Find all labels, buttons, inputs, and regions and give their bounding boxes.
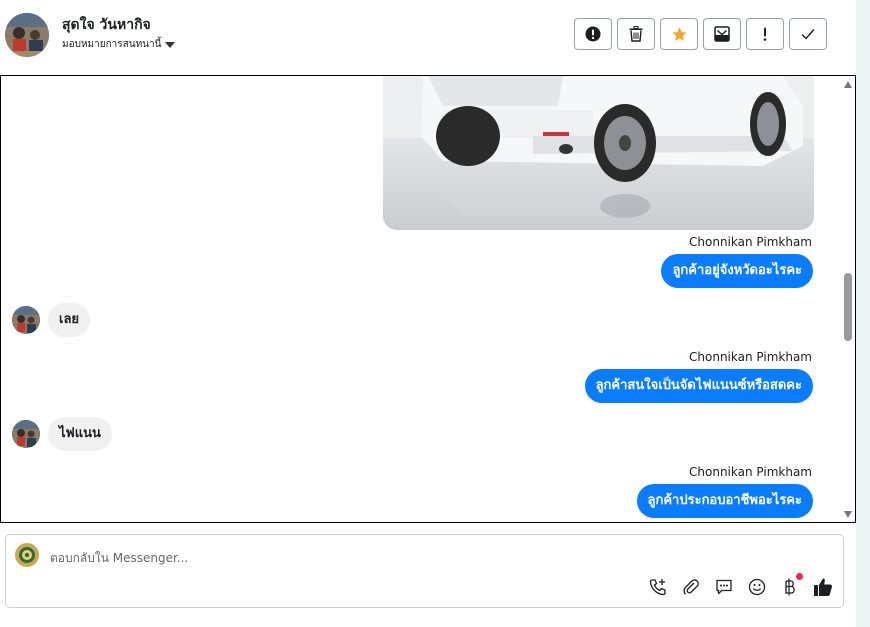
envelope-icon [714, 26, 730, 42]
incoming-message-row: เลย [12, 303, 91, 337]
reply-composer[interactable]: ตอบกลับใน Messenger... [5, 534, 844, 608]
mark-done-button[interactable] [789, 18, 827, 50]
follow-up-button[interactable] [746, 18, 784, 50]
saved-replies-button[interactable] [714, 577, 734, 597]
conversation-actions [574, 18, 827, 50]
outgoing-message[interactable]: ลูกค้าสนใจเป็นจัดไฟแนนซ์หรือสดคะ [584, 369, 813, 403]
contact-avatar[interactable] [12, 420, 40, 448]
check-icon [801, 29, 815, 40]
message-sender: Chonnikan Pimkham [689, 465, 812, 479]
star-button[interactable] [660, 18, 698, 50]
incoming-message[interactable]: เลย [48, 303, 91, 337]
message-sender: Chonnikan Pimkham [689, 350, 812, 364]
trash-icon [629, 26, 643, 42]
thread-scrollbar[interactable] [841, 76, 855, 522]
mark-unread-button[interactable] [703, 18, 741, 50]
contact-avatar[interactable] [5, 13, 49, 57]
delete-button[interactable] [617, 18, 655, 50]
star-icon [671, 26, 687, 41]
mark-spam-button[interactable] [574, 18, 612, 50]
paperclip-icon [683, 579, 699, 595]
incoming-message-row: ไฟแนน [12, 417, 112, 451]
conversation-header: สุดใจ วันหากิจ มอบหมายการสนทนานี้ [0, 0, 856, 75]
composer-toolbar [648, 573, 833, 597]
baht-icon [785, 578, 795, 596]
call-button[interactable] [648, 577, 668, 597]
attach-button[interactable] [681, 577, 701, 597]
reply-input[interactable]: ตอบกลับใน Messenger... [50, 549, 188, 568]
emoji-button[interactable] [747, 577, 767, 597]
scroll-thumb[interactable] [844, 273, 852, 341]
exclamation-icon [763, 27, 767, 41]
car-photo-message[interactable] [383, 76, 814, 230]
assign-conversation-dropdown[interactable]: มอบหมายการสนทนานี้ [62, 37, 176, 52]
phone-add-icon [649, 579, 666, 596]
caret-down-icon [165, 41, 176, 48]
notification-dot [796, 573, 803, 580]
contact-name[interactable]: สุดใจ วันหากิจ [62, 14, 151, 36]
emoji-icon [748, 578, 766, 596]
scroll-up-arrow-icon[interactable] [844, 81, 852, 88]
like-button[interactable] [813, 577, 833, 597]
incoming-message[interactable]: ไฟแนน [48, 417, 112, 451]
message-thread[interactable]: Chonnikan Pimkham ลูกค้าอยู่จังหวัดอะไรค… [0, 75, 856, 523]
message-sender: Chonnikan Pimkham [689, 235, 812, 249]
thumbs-up-icon [814, 578, 833, 596]
page-avatar [15, 543, 39, 567]
outgoing-message[interactable]: ลูกค้าประกอบอาชีพอะไรคะ [636, 484, 813, 518]
inbox-conversation-panel: สุดใจ วันหากิจ มอบหมายการสนทนานี้ Chonni… [0, 0, 856, 627]
saved-reply-icon [716, 579, 732, 595]
contact-avatar[interactable] [12, 306, 40, 334]
assign-label: มอบหมายการสนทนานี้ [62, 39, 162, 50]
payment-button[interactable] [780, 573, 803, 597]
outgoing-message[interactable]: ลูกค้าอยู่จังหวัดอะไรคะ [661, 254, 813, 288]
scroll-down-arrow-icon[interactable] [844, 511, 852, 518]
exclamation-circle-icon [585, 26, 601, 42]
